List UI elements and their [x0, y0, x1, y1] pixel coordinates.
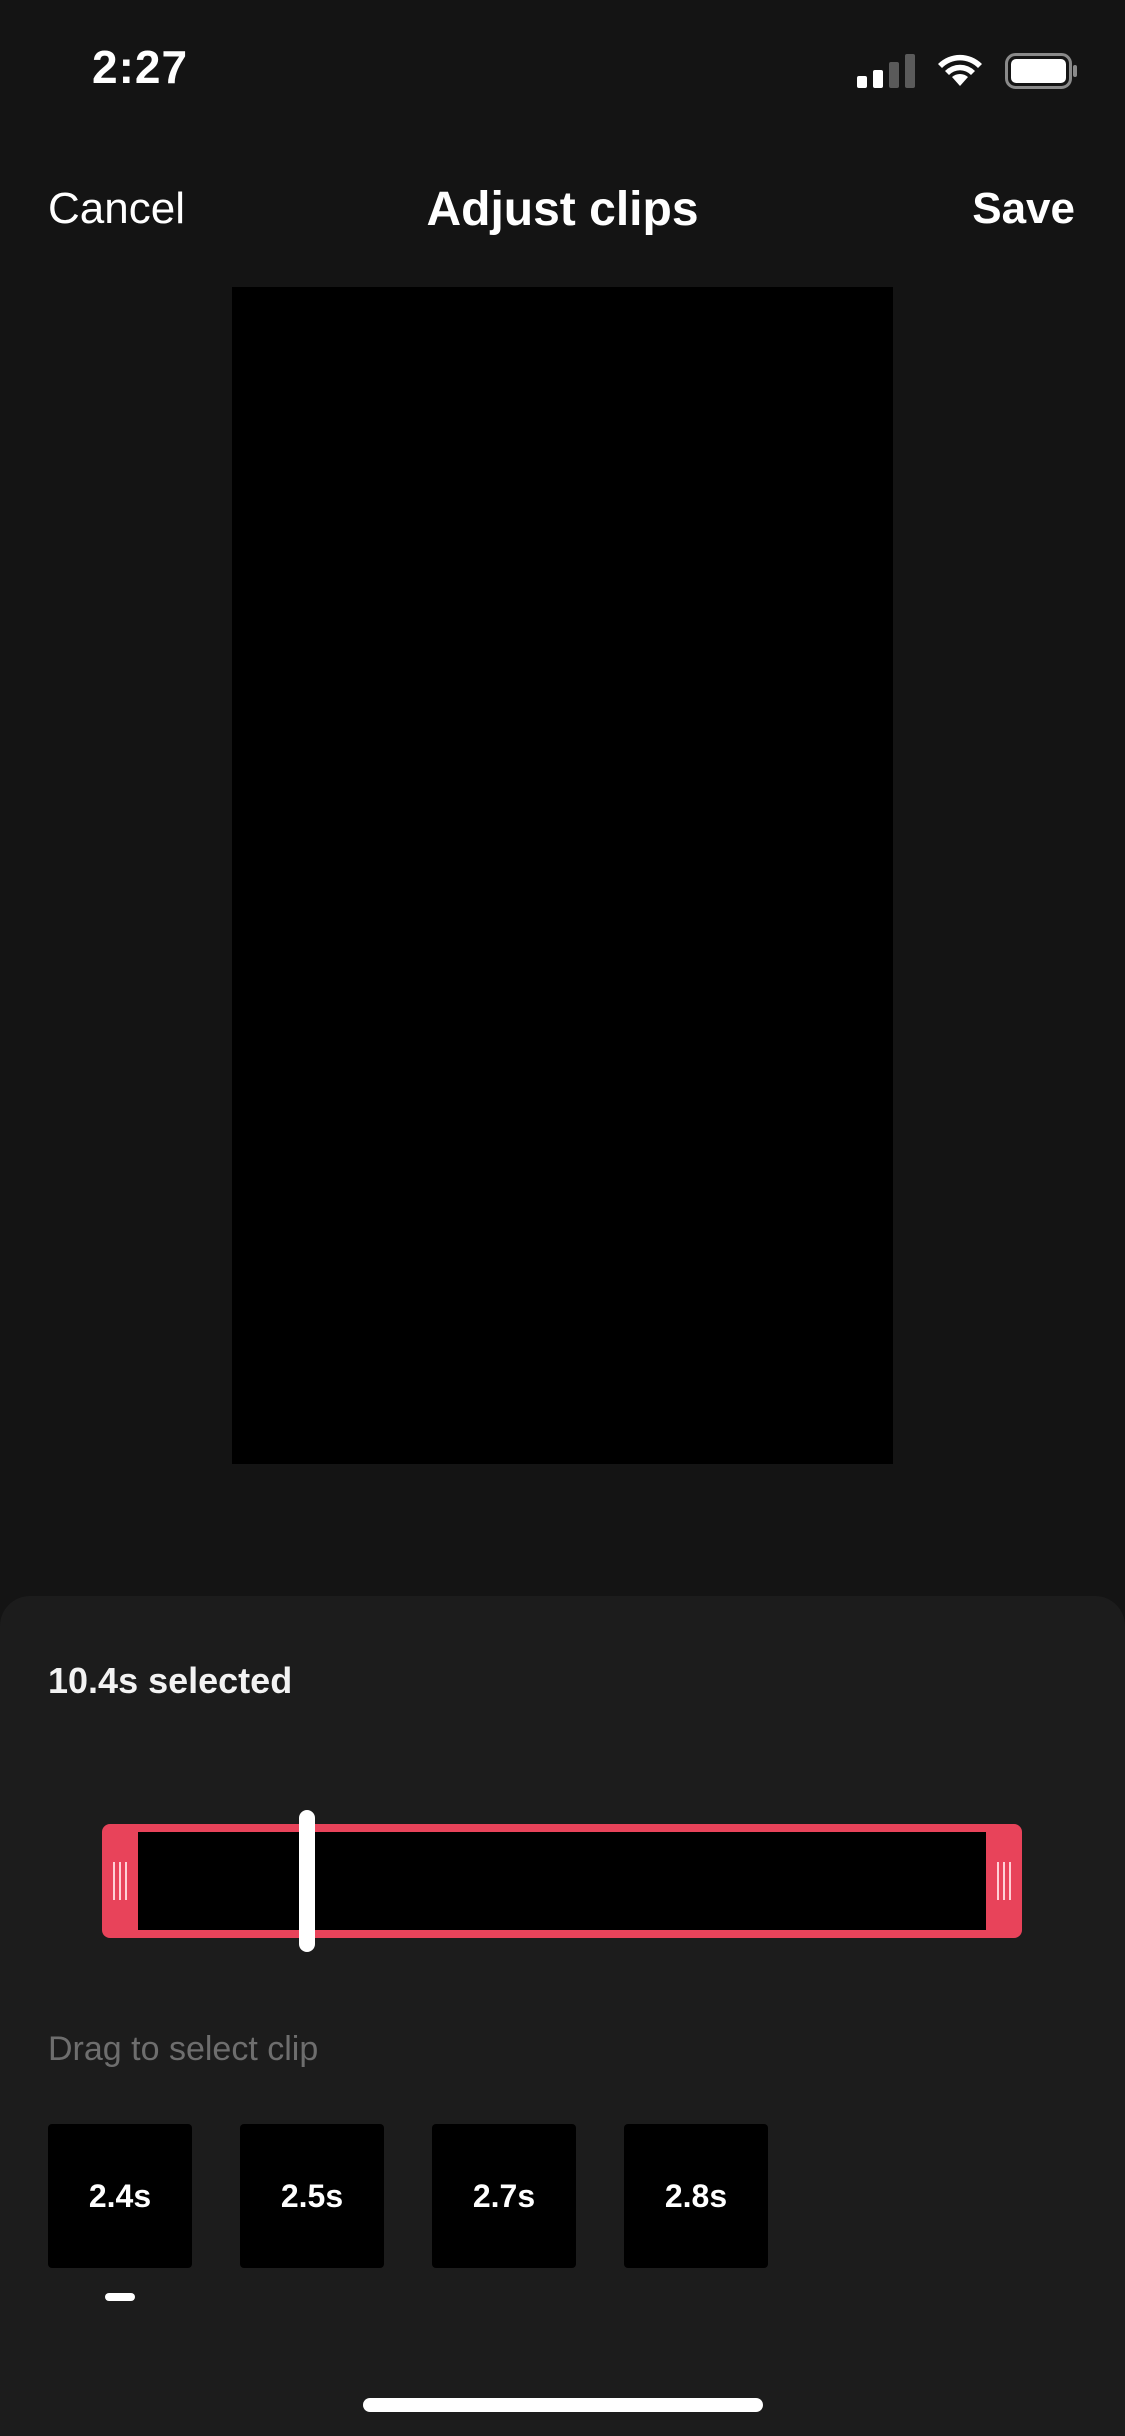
trim-handle-left[interactable]	[113, 1862, 127, 1900]
status-time: 2:27	[92, 41, 189, 93]
battery-icon	[1005, 53, 1077, 89]
wifi-icon	[938, 54, 982, 86]
status-icons	[857, 52, 1079, 90]
clip-list: 2.4s 2.5s 2.7s 2.8s	[48, 2124, 768, 2268]
clip-trimmer[interactable]	[102, 1810, 1022, 1952]
trim-handle-right[interactable]	[997, 1862, 1011, 1900]
trim-timeline[interactable]	[138, 1832, 986, 1930]
page-title: Adjust clips	[426, 183, 699, 236]
video-preview[interactable]	[232, 287, 893, 1464]
active-clip-indicator	[105, 2293, 135, 2301]
selected-duration-label: 10.4s selected	[48, 1660, 293, 1701]
save-button[interactable]: Save	[972, 184, 1075, 234]
nav-bar: Cancel Adjust clips Save	[0, 160, 1125, 260]
playhead-scrubber[interactable]	[299, 1810, 315, 1952]
clip-thumbnail[interactable]: 2.8s	[624, 2124, 768, 2268]
clip-thumbnail[interactable]: 2.7s	[432, 2124, 576, 2268]
cellular-signal-icon	[857, 54, 915, 88]
adjust-clips-panel: 10.4s selected Drag to select clip 2.4s …	[0, 1596, 1125, 2436]
status-bar: 2:27	[0, 0, 1125, 140]
clip-thumbnail[interactable]: 2.4s	[48, 2124, 192, 2268]
clip-thumbnail[interactable]: 2.5s	[240, 2124, 384, 2268]
home-indicator[interactable]	[363, 2398, 763, 2412]
drag-hint-label: Drag to select clip	[48, 2030, 319, 2068]
